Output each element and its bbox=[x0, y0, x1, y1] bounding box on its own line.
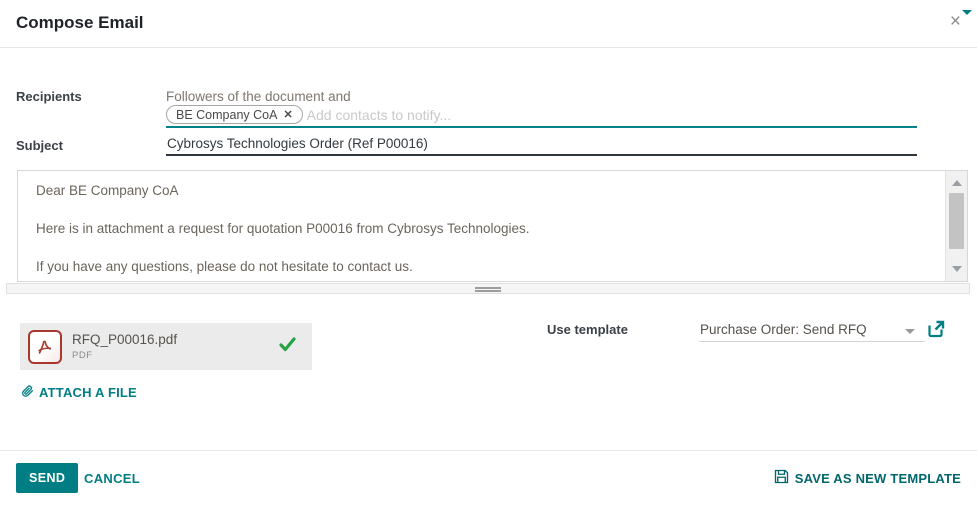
footer-divider bbox=[0, 450, 977, 451]
editor-scrollbar[interactable] bbox=[945, 171, 967, 281]
header-divider bbox=[0, 47, 977, 48]
page-title: Compose Email bbox=[16, 13, 144, 32]
check-icon bbox=[279, 337, 296, 357]
tag-remove-icon[interactable]: ✕ bbox=[283, 108, 292, 121]
attachment-filetype: PDF bbox=[72, 350, 93, 361]
floppy-disk-icon bbox=[774, 469, 789, 487]
attach-file-label: ATTACH A FILE bbox=[39, 385, 137, 400]
send-button[interactable]: SEND bbox=[16, 463, 79, 493]
attachment-meta: RFQ_P00016.pdf PDF bbox=[72, 332, 177, 361]
recipients-dropdown-caret-icon[interactable] bbox=[962, 10, 972, 15]
template-dropdown-caret-icon[interactable] bbox=[905, 329, 915, 334]
scrollbar-thumb[interactable] bbox=[949, 193, 964, 249]
template-select[interactable]: Purchase Order: Send RFQ bbox=[700, 322, 867, 337]
cancel-button[interactable]: CANCEL bbox=[84, 471, 140, 486]
attach-file-button[interactable]: ATTACH A FILE bbox=[21, 384, 137, 401]
subject-input[interactable] bbox=[166, 134, 917, 156]
body-paragraph: Dear BE Company CoA bbox=[36, 183, 179, 198]
recipient-tag[interactable]: BE Company CoA ✕ bbox=[166, 105, 303, 124]
recipient-tag-label: BE Company CoA bbox=[176, 107, 278, 122]
attachment-card[interactable]: RFQ_P00016.pdf PDF bbox=[20, 323, 312, 370]
email-body-editor[interactable]: Dear BE Company CoA Here is in attachmen… bbox=[17, 170, 968, 282]
use-template-label: Use template bbox=[547, 322, 628, 337]
editor-resize-handle[interactable] bbox=[6, 283, 970, 294]
pdf-file-icon bbox=[28, 329, 62, 364]
attachment-filename: RFQ_P00016.pdf bbox=[72, 332, 178, 347]
subject-label: Subject bbox=[16, 138, 63, 153]
resize-grip-icon bbox=[475, 287, 501, 289]
scroll-up-arrow-icon[interactable] bbox=[952, 180, 962, 186]
followers-text: Followers of the document and bbox=[166, 89, 351, 104]
paperclip-icon bbox=[21, 384, 34, 401]
body-paragraph: Here is in attachment a request for quot… bbox=[36, 221, 530, 236]
compose-email-dialog: Compose Email × Recipients Followers of … bbox=[0, 0, 977, 516]
body-paragraph: If you have any questions, please do not… bbox=[36, 259, 413, 274]
close-icon: × bbox=[949, 11, 961, 32]
recipients-field[interactable]: BE Company CoA ✕ bbox=[166, 103, 917, 128]
recipients-label: Recipients bbox=[16, 89, 82, 104]
save-as-new-template-label: SAVE AS NEW TEMPLATE bbox=[794, 470, 961, 486]
add-contacts-input[interactable] bbox=[306, 106, 917, 123]
email-body-text: Dear BE Company CoA Here is in attachmen… bbox=[36, 182, 933, 281]
scroll-down-arrow-icon[interactable] bbox=[952, 266, 962, 272]
save-as-new-template-button[interactable]: SAVE AS NEW TEMPLATE bbox=[774, 469, 961, 487]
open-template-external-link-icon[interactable] bbox=[927, 320, 945, 343]
template-select-underline bbox=[699, 341, 925, 342]
